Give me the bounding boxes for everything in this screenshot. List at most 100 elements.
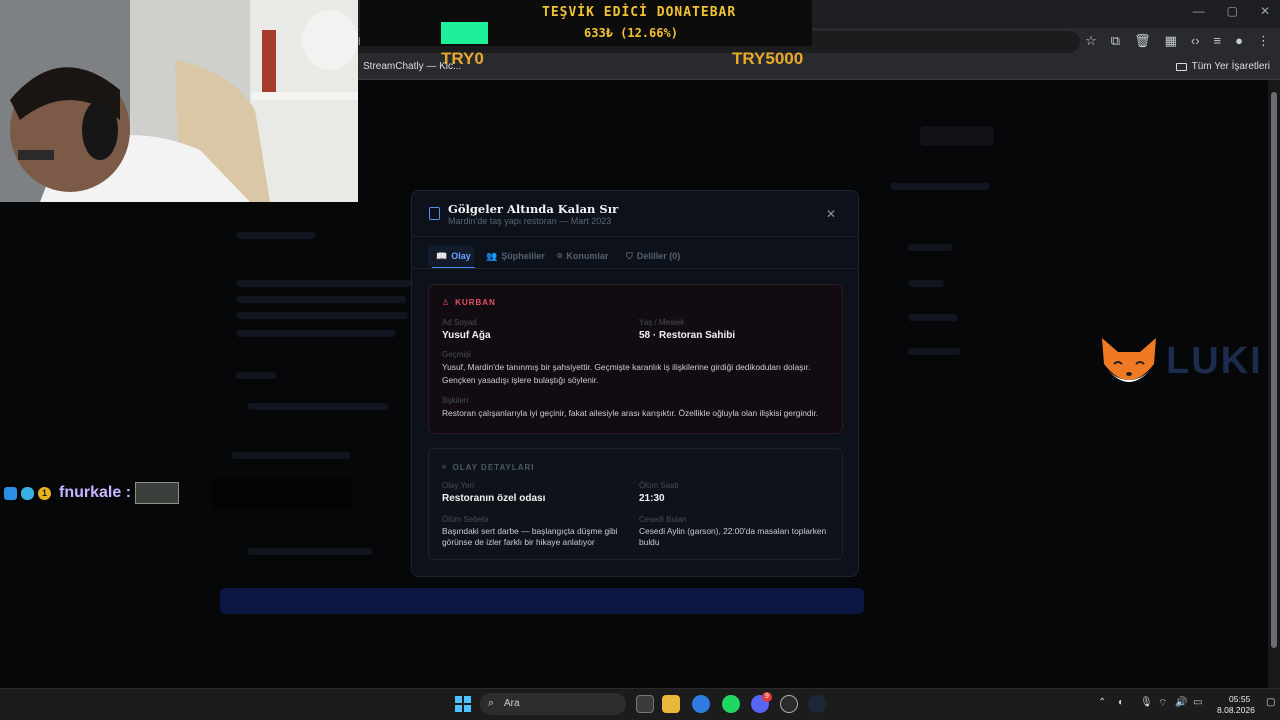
maximize-icon[interactable]: ▢ — [1227, 4, 1238, 18]
mic-icon[interactable]: 🎙 — [1140, 697, 1153, 708]
playlist-icon[interactable]: ≡ — [1214, 33, 1222, 49]
notifications-icon[interactable]: ▢ — [1266, 697, 1275, 708]
map-pin-icon: ⌾ — [557, 250, 563, 261]
ghost-line — [908, 348, 960, 355]
clock-date[interactable]: 8.08.2026 — [1217, 705, 1255, 715]
name-label: Ad Soyad — [442, 318, 477, 327]
ghost-heading — [236, 232, 316, 239]
spotify-icon[interactable] — [722, 695, 740, 713]
ghost-line — [232, 452, 350, 459]
ghost-line — [908, 280, 944, 287]
webcam-image — [0, 0, 358, 202]
tab-olay[interactable]: 📖 Olay — [432, 246, 475, 269]
battery-icon[interactable]: ▭ — [1193, 697, 1202, 708]
victim-heading: ♙ KURBAN — [442, 298, 496, 307]
redacted-area — [212, 477, 352, 509]
donate-title: TEŞVİK EDİCİ DONATEBAR — [542, 5, 737, 20]
details-heading: ⌕ OLAY DETAYLARI — [442, 462, 535, 472]
avatar[interactable]: ● — [1235, 33, 1243, 49]
taskbar-search-text: Ara — [504, 698, 520, 709]
victim-heading-text: KURBAN — [455, 298, 496, 307]
victim-name: Yusuf Ağa — [442, 330, 491, 341]
app-icon[interactable] — [780, 695, 798, 713]
chrome-icon[interactable] — [692, 695, 710, 713]
tier-badge-icon: 1 — [38, 486, 51, 500]
ghost-line — [236, 312, 408, 319]
ghost-line — [236, 280, 412, 287]
code-icon[interactable]: ‹› — [1191, 33, 1200, 49]
close-icon[interactable]: ✕ — [826, 207, 836, 221]
document-icon — [429, 207, 440, 220]
ghost-line — [248, 403, 388, 410]
grid-icon[interactable]: ▦ — [1165, 33, 1177, 49]
relations-text: Restoran çalışanlarıyla iyi geçinir, fak… — [442, 408, 819, 418]
trash-icon[interactable]: 🗑 — [1134, 33, 1151, 49]
ghost-line — [236, 296, 406, 303]
notification-badge: 9 — [762, 692, 772, 702]
luki-logo-text: LUKI — [1166, 340, 1263, 382]
tab-supheliler[interactable]: 👥 Şüpheliler — [486, 246, 545, 266]
ghost-line — [248, 548, 372, 555]
past-text-2: Gençken yasadışı işlere bulaştığı söylen… — [442, 375, 599, 385]
donate-amount: 633₺ (12.66%) — [584, 26, 678, 40]
tab-label: Şüpheliler — [501, 251, 545, 261]
chat-message: 1 fnurkale : — [4, 482, 180, 504]
donate-progress-fill — [441, 22, 488, 44]
ghost-line — [236, 372, 276, 379]
time-value: 21:30 — [639, 493, 665, 504]
minimize-icon[interactable]: — — [1193, 4, 1205, 18]
menu-icon[interactable]: ⋮ — [1257, 33, 1270, 49]
search-icon: ⌕ — [442, 462, 448, 471]
volume-icon[interactable]: 🔊 — [1175, 697, 1187, 708]
ghost-line — [908, 314, 958, 321]
details-heading-text: OLAY DETAYLARI — [452, 462, 535, 472]
tab-label: Deliller (0) — [636, 251, 681, 261]
cube-badge-icon — [4, 486, 17, 500]
place-label: Olay Yeri — [442, 481, 475, 490]
tab-label: Olay — [451, 251, 471, 261]
task-view-icon[interactable] — [636, 695, 654, 713]
steam-icon[interactable] — [808, 695, 826, 713]
modal-subtitle: Mardin'de taş yapı restoran — Mart 2023 — [448, 216, 612, 226]
emote-icon — [135, 482, 180, 504]
chevron-up-icon[interactable]: ⌃ — [1098, 697, 1106, 708]
close-window-icon[interactable]: ✕ — [1260, 4, 1270, 18]
tab-label: Konumlar — [566, 251, 609, 261]
divider — [412, 268, 858, 269]
star-icon[interactable]: ☆ — [1085, 33, 1097, 49]
scrollbar-thumb[interactable] — [1271, 92, 1277, 648]
victim-age: 58 · Restoran Sahibi — [639, 330, 736, 341]
users-icon: 👥 — [486, 250, 498, 261]
windows-start-icon[interactable] — [455, 696, 471, 712]
webcam-overlay — [0, 0, 358, 202]
past-label: Geçmişi — [442, 350, 471, 359]
extensions-icon[interactable]: ⧉ — [1111, 33, 1120, 49]
cause-text-2: görünse de izler farklı bir hikaye anlat… — [442, 537, 595, 547]
window-controls: — ▢ ✕ — [1193, 4, 1270, 18]
clock-time[interactable]: 05:55 — [1229, 694, 1250, 704]
all-bookmarks[interactable]: Tüm Yer İşaretleri — [1175, 61, 1270, 72]
tab-deliller[interactable]: ⛉ Deliller (0) — [626, 246, 680, 266]
toolbar-icons: ☆ ⧉ 🗑 ▦ ‹› ≡ ● ⋮ — [1085, 33, 1270, 49]
past-text-1: Yusuf, Mardin'de tanınmış bir şahsiyetti… — [442, 362, 811, 372]
screen: — ▢ ✕ beb3-837301e96e64 ☆ ⧉ 🗑 ▦ ‹› ≡ ● ⋮… — [0, 0, 1280, 720]
chat-username: fnurkale : — [59, 484, 132, 501]
file-explorer-icon[interactable] — [662, 695, 680, 713]
place-value: Restoranın özel odası — [442, 493, 546, 504]
donate-max: TRY5000 — [732, 49, 804, 68]
ghost-line — [890, 183, 990, 190]
ghost-line — [236, 330, 396, 337]
shield-icon: ⛉ — [626, 250, 633, 261]
network-icon[interactable]: ⌔ — [1158, 697, 1167, 710]
donate-min: TRY0 — [441, 49, 484, 68]
tab-konumlar[interactable]: ⌾ Konumlar — [557, 246, 608, 266]
all-bookmarks-label: Tüm Yer İşaretleri — [1191, 61, 1270, 72]
finder-label: Cesedi Bulan — [639, 515, 687, 524]
user-icon: ♙ — [442, 298, 451, 307]
tray-app-icon[interactable]: ◐ — [1118, 697, 1124, 708]
finder-text-2: buldu — [639, 537, 660, 547]
fox-logo-icon — [1102, 338, 1156, 382]
ghost-button — [920, 126, 994, 146]
taskbar-search[interactable] — [480, 693, 626, 715]
search-icon: ⌕ — [488, 697, 495, 709]
